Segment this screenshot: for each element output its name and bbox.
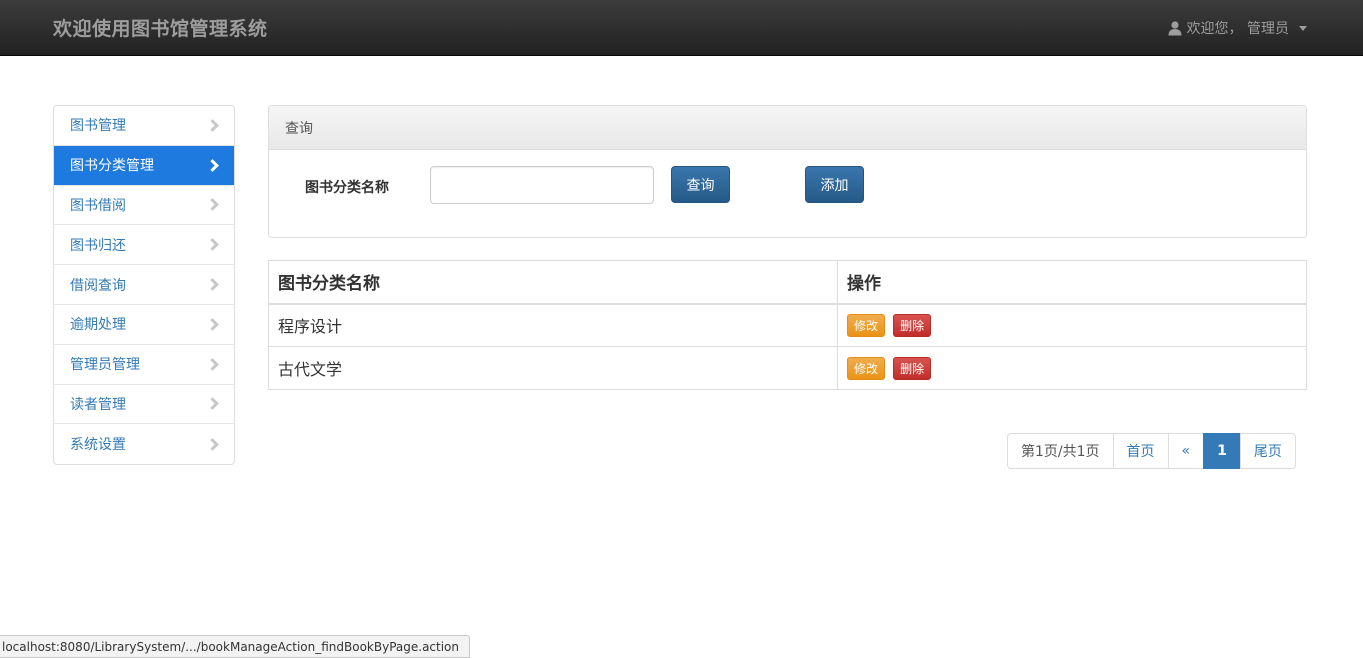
sidebar-item-borrow[interactable]: 图书借阅 — [54, 186, 234, 226]
column-header-name: 图书分类名称 — [268, 260, 838, 305]
prev-page-link[interactable]: « — [1167, 433, 1205, 469]
delete-button[interactable]: 删除 — [893, 356, 932, 380]
search-panel: 查询 图书分类名称 查询 添加 — [268, 105, 1307, 238]
panel-heading: 查询 — [269, 106, 1306, 150]
actions-cell: 修改 删除 — [837, 346, 1307, 390]
table-header-row: 图书分类名称 操作 — [268, 260, 1307, 305]
user-label: 欢迎您， 管理员 — [1186, 21, 1289, 37]
sidebar-item-reader-management[interactable]: 读者管理 — [54, 385, 234, 425]
page-info: 第1页/共1页 — [1007, 433, 1114, 469]
sidebar-item-borrow-query[interactable]: 借阅查询 — [54, 265, 234, 305]
chevron-right-icon — [206, 238, 219, 252]
sidebar-item-admin-management[interactable]: 管理员管理 — [54, 345, 234, 385]
chevron-right-icon — [206, 198, 219, 212]
sidebar-item-return[interactable]: 图书归还 — [54, 225, 234, 266]
sidebar-nav: 图书管理 图书分类管理 图书借阅 图书归还 借阅查询 逾期处理 管理员管理 读者… — [53, 105, 235, 466]
sidebar-item-label: 借阅查询 — [70, 277, 126, 294]
last-page-link[interactable]: 尾页 — [1239, 433, 1296, 469]
app-title: 欢迎使用图书馆管理系统 — [53, 18, 268, 40]
chevron-right-icon — [206, 357, 219, 371]
user-icon — [1167, 20, 1183, 36]
chevron-right-icon — [206, 278, 219, 291]
sidebar-item-label: 管理员管理 — [70, 357, 140, 374]
query-button[interactable]: 查询 — [671, 166, 730, 203]
sidebar-item-label: 读者管理 — [70, 396, 126, 413]
edit-button[interactable]: 修改 — [847, 356, 886, 380]
column-header-actions: 操作 — [837, 260, 1307, 305]
table-row: 程序设计 修改 删除 — [268, 303, 1307, 347]
category-name-input[interactable] — [430, 166, 654, 204]
category-name-label: 图书分类名称 — [305, 180, 389, 196]
sidebar-item-label: 系统设置 — [70, 437, 126, 454]
sidebar-item-label: 图书管理 — [70, 118, 126, 135]
table-row: 古代文学 修改 删除 — [268, 346, 1307, 390]
chevron-right-icon — [206, 318, 219, 331]
sidebar-item-overdue[interactable]: 逾期处理 — [54, 305, 234, 345]
sidebar-item-label: 逾期处理 — [70, 317, 126, 334]
user-menu[interactable]: 欢迎您， 管理员 — [1167, 18, 1307, 38]
status-bar-url: localhost:8080/LibrarySystem/.../bookMan… — [0, 635, 471, 658]
sidebar-item-label: 图书归还 — [70, 237, 126, 254]
sidebar-item-label: 图书分类管理 — [70, 158, 154, 175]
category-name-cell: 程序设计 — [268, 303, 838, 347]
caret-down-icon — [1299, 25, 1307, 31]
pagination: 第1页/共1页 首页 « 1 尾页 — [1007, 433, 1296, 469]
delete-button[interactable]: 删除 — [893, 313, 932, 337]
chevron-right-icon — [206, 119, 219, 132]
category-name-cell: 古代文学 — [268, 346, 838, 390]
sidebar-item-category-management[interactable]: 图书分类管理 — [54, 145, 234, 186]
top-navbar: 欢迎使用图书馆管理系统 欢迎您， 管理员 — [0, 0, 1363, 56]
edit-button[interactable]: 修改 — [847, 313, 886, 337]
sidebar-item-book-management[interactable]: 图书管理 — [54, 106, 234, 146]
chevron-right-icon — [206, 158, 219, 172]
chevron-right-icon — [206, 437, 219, 451]
add-button[interactable]: 添加 — [805, 166, 864, 203]
chevron-right-icon — [206, 397, 219, 411]
sidebar-item-label: 图书借阅 — [70, 197, 126, 214]
first-page-link[interactable]: 首页 — [1112, 433, 1169, 469]
current-page[interactable]: 1 — [1203, 433, 1241, 469]
sidebar-item-settings[interactable]: 系统设置 — [54, 424, 234, 464]
category-table: 图书分类名称 操作 程序设计 修改 删除 古代文学 修改 删除 — [268, 260, 1307, 390]
actions-cell: 修改 删除 — [837, 303, 1307, 347]
